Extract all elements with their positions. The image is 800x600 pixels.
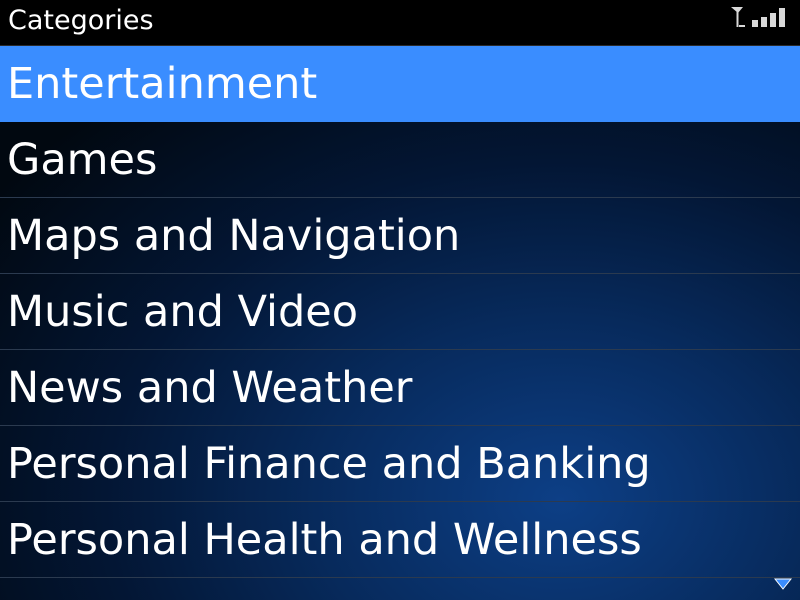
list-item-label: Entertainment [7,59,318,109]
list-item-games[interactable]: Games [0,122,800,198]
screen: Categories Entertainment Games Maps and … [0,0,800,600]
list-item-news-and-weather[interactable]: News and Weather [0,350,800,426]
list-item-label: News and Weather [7,363,413,413]
page-title: Categories [8,5,154,36]
list-item-maps-and-navigation[interactable]: Maps and Navigation [0,198,800,274]
title-bar: Categories [0,0,800,46]
list-item-label: Music and Video [7,287,359,337]
signal-strength-icon [731,7,785,27]
list-item-label: Games [7,135,158,185]
list-item-music-and-video[interactable]: Music and Video [0,274,800,350]
category-list: Entertainment Games Maps and Navigation … [0,46,800,578]
list-item-entertainment[interactable]: Entertainment [0,46,800,122]
list-item-label: Personal Finance and Banking [7,439,651,489]
list-item-personal-finance-and-banking[interactable]: Personal Finance and Banking [0,426,800,502]
list-item-label: Maps and Navigation [7,211,461,261]
list-item-personal-health-and-wellness[interactable]: Personal Health and Wellness [0,502,800,578]
list-item-label: Personal Health and Wellness [7,515,642,565]
scroll-down-arrow-icon[interactable] [774,578,792,590]
